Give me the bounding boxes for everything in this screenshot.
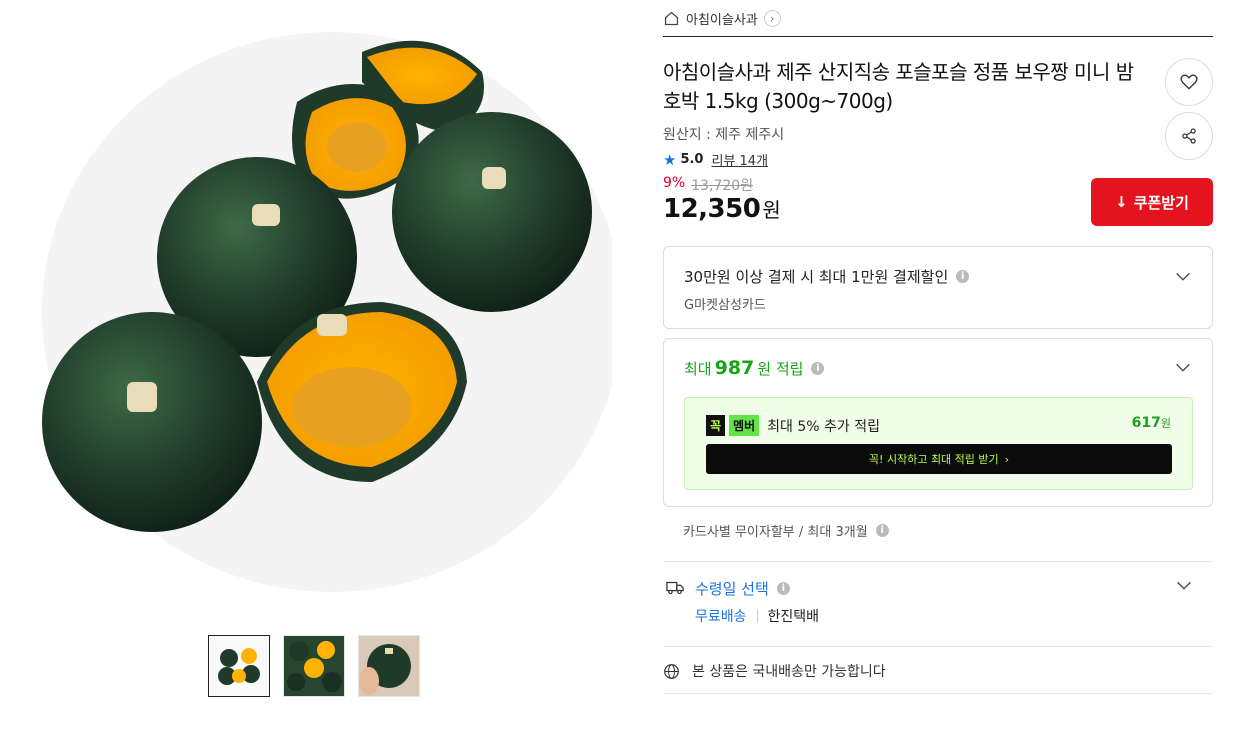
info-icon[interactable]: i [811,361,825,375]
thumbnail-list [208,635,420,697]
truck-icon [666,578,684,596]
divider [663,646,1213,647]
share-button[interactable] [1165,112,1213,160]
chevron-right-icon[interactable]: › [763,9,781,27]
breadcrumb-shop-link[interactable]: 아침이슬사과 [686,9,758,28]
coupon-button-label: 쿠폰받기 [1133,193,1189,212]
chevron-down-icon[interactable] [1174,359,1192,377]
rating-row: ★ 5.0 리뷰 14개 [663,150,768,170]
card-discount-title-row: 30만원 이상 결제 시 최대 1만원 결제할인 i [684,266,970,287]
price-row: 12,350 원 [663,194,781,224]
member-amount-unit: 원 [1160,417,1171,430]
member-badge-ggok: 꼭 [706,415,726,436]
product-title: 아침이슬사과 제주 산지직송 포슬포슬 정품 보우짱 미니 밤호박 1.5kg … [663,60,1134,113]
chevron-down-icon[interactable] [1175,577,1193,595]
card-discount-title: 30만원 이상 결제 시 최대 1만원 결제할인 [684,268,949,286]
delivery-date-select[interactable]: 수령일 선택 i [695,578,790,599]
home-icon[interactable] [663,10,680,27]
origin-text: 원산지 : 제주 제주시 [663,127,785,143]
points-amount: 987 [714,357,755,379]
sale-price: 12,350 [663,194,761,224]
shipping-fee: 무료배송 [695,609,747,625]
member-amount-value: 617 [1131,415,1161,431]
product-main-image [12,12,612,612]
installment-text: 카드사별 무이자할부 / 최대 3개월 [683,525,868,540]
price-currency: 원 [762,198,781,222]
courier-name: 한진택배 [767,609,820,625]
download-icon: ↓ [1115,193,1128,211]
rating-score: 5.0 [680,152,704,167]
member-benefit-amount: 617원 [1132,415,1171,431]
domestic-notice: 본 상품은 국내배송만 가능합니다 [663,661,886,681]
thumbnail-1[interactable] [208,635,270,697]
breadcrumb: 아침이슬사과 › [663,0,1213,37]
star-icon: ★ [663,150,677,169]
installment-info: 카드사별 무이자할부 / 최대 3개월 i [683,521,889,540]
divider [663,561,1213,562]
card-discount-box[interactable]: 30만원 이상 결제 시 최대 1만원 결제할인 i G마켓삼성카드 [663,246,1213,329]
member-benefit-text: 최대 5% 추가 적립 [767,418,880,435]
points-box: 최대 987 원 적립 i 꼭 멤버 최대 5% 추가 적립 617원 꼭! 시작… [663,338,1213,507]
chevron-right-icon: › [1004,452,1010,466]
thumbnail-3[interactable] [358,635,420,697]
member-join-label: 꼭! 시작하고 최대 적립 받기 [868,453,999,466]
points-summary: 최대 987 원 적립 i [684,357,825,379]
member-benefit-row: 꼭 멤버 최대 5% 추가 적립 [706,415,880,436]
share-icon [1182,128,1196,144]
globe-icon [664,663,679,679]
coupon-button[interactable]: ↓ 쿠폰받기 [1091,178,1213,226]
discount-rate: 9% [663,175,686,191]
info-icon[interactable]: i [776,582,790,595]
heart-icon [1180,74,1198,90]
info-icon[interactable]: i [956,270,970,283]
thumbnail-2[interactable] [283,635,345,697]
member-badge-member: 멤버 [729,415,760,436]
card-name: G마켓삼성카드 [684,298,766,313]
divider [663,693,1213,694]
member-join-button[interactable]: 꼭! 시작하고 최대 적립 받기 › [706,444,1172,474]
info-icon[interactable]: i [875,524,889,537]
points-suffix: 원 적립 [757,360,804,378]
review-link[interactable]: 리뷰 14개 [711,150,768,169]
chevron-down-icon[interactable] [1174,268,1192,286]
points-prefix: 최대 [684,360,712,378]
product-info-panel: 아침이슬사과 › 아침이슬사과 제주 산지직송 포슬포슬 정품 보우짱 미니 밤… [663,0,1213,694]
like-button[interactable] [1165,58,1213,106]
discount-row: 9% 13,720원 [663,175,753,195]
domestic-notice-text: 본 상품은 국내배송만 가능합니다 [692,664,886,680]
divider [756,609,758,623]
original-price: 13,720원 [691,178,754,194]
delivery-section[interactable]: 수령일 선택 i 무료배송 한진택배 [663,576,1213,632]
delivery-label: 수령일 선택 [695,580,769,598]
member-benefit-box: 꼭 멤버 최대 5% 추가 적립 617원 꼭! 시작하고 최대 적립 받기 › [684,397,1193,490]
delivery-details: 무료배송 한진택배 [695,606,819,626]
